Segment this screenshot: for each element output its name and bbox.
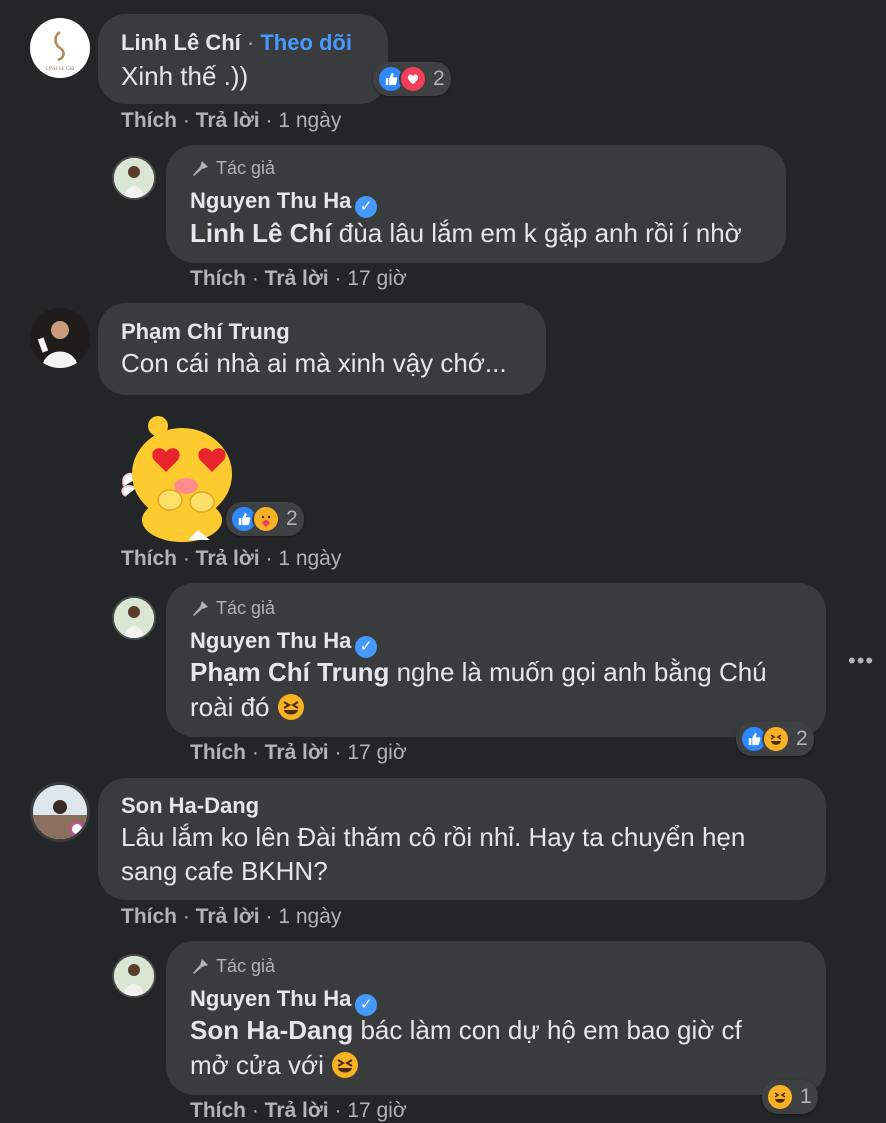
- timestamp[interactable]: 17 giờ: [347, 741, 406, 764]
- comment-text: Con cái nhà ai mà xinh vậy chớ...: [121, 348, 507, 378]
- microphone-icon: [193, 160, 208, 176]
- reaction-summary[interactable]: 2: [736, 722, 814, 756]
- profile-photo-icon: [33, 785, 87, 839]
- reply-text: Son Ha-Dang bác làm con dự hộ em bao giờ…: [190, 1015, 742, 1045]
- reaction-count: 1: [800, 1085, 812, 1108]
- comment-actions: Thích · Trả lời · 1 ngày: [121, 905, 342, 928]
- profile-photo-icon: [114, 956, 154, 996]
- reply-action[interactable]: Trả lời: [265, 741, 329, 764]
- reply-action[interactable]: Trả lời: [265, 267, 329, 290]
- comment-author[interactable]: Phạm Chí Trung: [121, 319, 290, 345]
- microphone-icon: [193, 958, 208, 974]
- reply-action[interactable]: Trả lời: [196, 905, 260, 928]
- reply-text-line-2: mở cửa với: [190, 1048, 359, 1082]
- reply-text: Linh Lê Chí đùa lâu lắm em k gặp anh rồi…: [190, 218, 742, 248]
- reply-author-line: Nguyen Thu Ha ✓: [190, 628, 378, 658]
- like-action[interactable]: Thích: [190, 1099, 246, 1122]
- reply-action[interactable]: Trả lời: [196, 109, 260, 132]
- reply-action[interactable]: Trả lời: [265, 1099, 329, 1122]
- more-options-icon[interactable]: •••: [848, 648, 874, 674]
- svg-text:LINH LE CHI: LINH LE CHI: [45, 67, 74, 72]
- author-badge: Tác giả: [190, 598, 275, 619]
- mention-link[interactable]: Phạm Chí Trung: [190, 657, 389, 687]
- comment-author-name-line: Linh Lê Chí · Theo dõi: [121, 30, 352, 55]
- like-action[interactable]: Thích: [121, 905, 177, 928]
- laughing-emoji-icon: [332, 1052, 359, 1078]
- reply-text-line-2: roài đó: [190, 690, 305, 724]
- comment-actions: Thích · Trả lời · 1 ngày: [121, 109, 342, 132]
- mention-link[interactable]: Son Ha-Dang: [190, 1015, 353, 1045]
- heart-eyes-sticker[interactable]: [118, 412, 242, 542]
- like-action[interactable]: Thích: [121, 547, 177, 570]
- author-badge: Tác giả: [190, 956, 275, 977]
- comment-text: Lâu lắm ko lên Đài thăm cô rồi nhỉ. Hay …: [121, 822, 746, 852]
- profile-photo-icon: [114, 158, 154, 198]
- love-icon: [399, 65, 427, 93]
- timestamp[interactable]: 1 ngày: [278, 109, 341, 132]
- like-action[interactable]: Thích: [190, 741, 246, 764]
- mention-link[interactable]: Linh Lê Chí: [190, 218, 332, 248]
- haha-icon: [766, 1083, 794, 1111]
- reaction-count: 2: [433, 67, 445, 90]
- care-icon: [252, 505, 280, 533]
- comment-author[interactable]: Linh Lê Chí: [121, 30, 241, 55]
- comment-text: Xinh thế .)): [121, 61, 249, 91]
- reaction-summary[interactable]: 1: [762, 1080, 818, 1114]
- reply-author[interactable]: Nguyen Thu Ha: [190, 986, 351, 1011]
- reaction-count: 2: [796, 727, 808, 750]
- avatar-nguyen-thu-ha[interactable]: [112, 156, 156, 200]
- reply-actions: Thích · Trả lời · 17 giờ: [190, 741, 407, 764]
- avatar-son-ha-dang[interactable]: [30, 782, 90, 842]
- timestamp[interactable]: 17 giờ: [347, 267, 406, 290]
- reaction-summary[interactable]: 2: [373, 62, 451, 96]
- reaction-count: 2: [286, 507, 298, 530]
- reply-author[interactable]: Nguyen Thu Ha: [190, 188, 351, 213]
- like-action[interactable]: Thích: [190, 267, 246, 290]
- timestamp[interactable]: 1 ngày: [278, 905, 341, 928]
- avatar-pham-chi-trung[interactable]: [30, 308, 90, 368]
- linh-le-chi-logo-icon: LINH LE CHI: [45, 30, 75, 72]
- reply-author-line: Nguyen Thu Ha ✓: [190, 986, 378, 1016]
- timestamp[interactable]: 1 ngày: [278, 547, 341, 570]
- comment-author[interactable]: Son Ha-Dang: [121, 793, 259, 819]
- reply-action[interactable]: Trả lời: [196, 547, 260, 570]
- verified-badge-icon: ✓: [355, 196, 378, 218]
- reply-text: Phạm Chí Trung nghe là muốn gọi anh bằng…: [190, 657, 767, 687]
- profile-photo-icon: [30, 308, 90, 368]
- heart-eyes-sticker-icon: [121, 416, 232, 542]
- avatar-nguyen-thu-ha[interactable]: [112, 954, 156, 998]
- profile-photo-icon: [114, 598, 154, 638]
- reply-actions: Thích · Trả lời · 17 giờ: [190, 267, 407, 290]
- comment-actions: Thích · Trả lời · 1 ngày: [121, 547, 342, 570]
- reply-author[interactable]: Nguyen Thu Ha: [190, 628, 351, 653]
- reply-author-line: Nguyen Thu Ha ✓: [190, 188, 378, 218]
- microphone-icon: [193, 600, 208, 616]
- avatar-nguyen-thu-ha[interactable]: [112, 596, 156, 640]
- like-action[interactable]: Thích: [121, 109, 177, 132]
- haha-icon: [762, 725, 790, 753]
- reaction-summary[interactable]: 2: [226, 502, 304, 536]
- reply-actions: Thích · Trả lời · 17 giờ: [190, 1099, 407, 1122]
- avatar-linh-le-chi[interactable]: LINH LE CHI: [30, 18, 90, 78]
- comment-text-line-2: sang cafe BKHN?: [121, 856, 328, 886]
- follow-link[interactable]: Theo dõi: [260, 30, 352, 55]
- laughing-emoji-icon: [277, 694, 304, 720]
- timestamp[interactable]: 17 giờ: [347, 1099, 406, 1122]
- author-badge: Tác giả: [190, 158, 275, 179]
